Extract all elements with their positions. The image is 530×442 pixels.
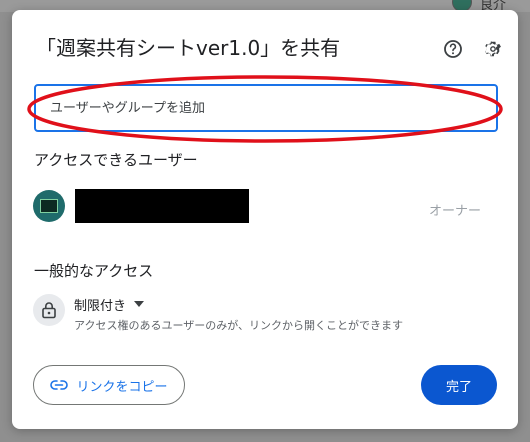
copy-link-label: リンクをコピー xyxy=(76,379,168,395)
gear-icon[interactable] xyxy=(481,37,505,61)
dialog-title: 「週案共有シートver1.0」を共有 xyxy=(36,36,341,60)
lock-icon xyxy=(33,294,65,326)
done-label: 完了 xyxy=(445,379,472,395)
general-access-heading: 一般的なアクセス xyxy=(34,262,154,280)
share-dialog: 「週案共有シートver1.0」を共有 アクセスできるユーザー オーナー 一般的な… xyxy=(12,10,518,429)
add-people-field[interactable] xyxy=(34,84,498,132)
restricted-label: 制限付き xyxy=(74,298,127,314)
general-access-dropdown[interactable]: 制限付き xyxy=(74,294,145,314)
done-button[interactable]: 完了 xyxy=(421,365,497,405)
access-users-heading: アクセスできるユーザー xyxy=(34,151,198,169)
help-icon[interactable] xyxy=(441,37,465,61)
link-icon xyxy=(50,380,69,390)
triangle-down-icon xyxy=(134,301,145,307)
user-avatar xyxy=(33,190,65,222)
restricted-description: アクセス権のあるユーザーのみが、リンクから開くことができます xyxy=(74,319,404,332)
owner-role-label: オーナー xyxy=(429,204,482,219)
redacted-user-name xyxy=(75,189,249,223)
add-people-input[interactable] xyxy=(36,86,496,130)
copy-link-button[interactable]: リンクをコピー xyxy=(33,365,185,405)
